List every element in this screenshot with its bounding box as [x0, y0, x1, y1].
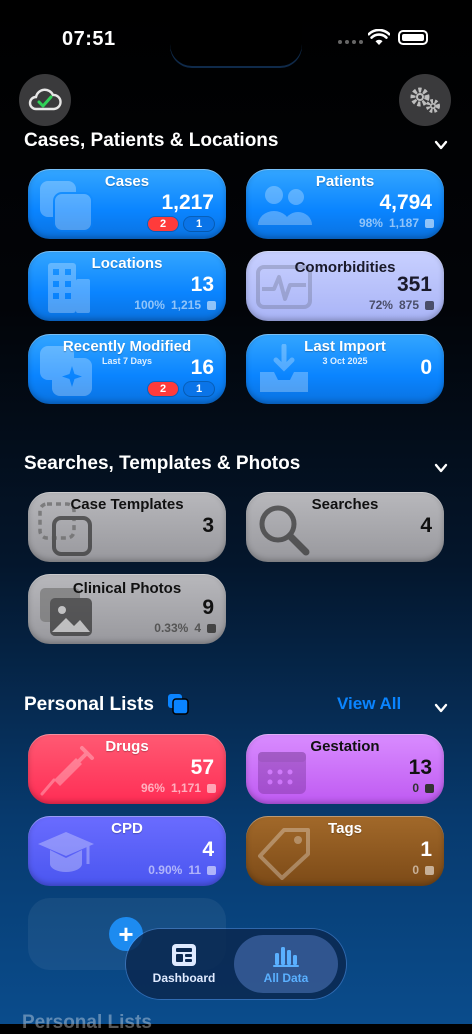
tile-percent: 96%	[140, 781, 165, 795]
copy-icon	[207, 300, 216, 310]
status-time: 07:51	[62, 28, 116, 50]
tile-tags[interactable]: Tags 1 0	[246, 816, 444, 886]
tile-total: 1,171	[170, 781, 201, 795]
copy-icon	[425, 865, 434, 875]
battery-icon	[398, 30, 428, 45]
tile-total: 4	[194, 621, 201, 635]
section-title-personal-lists: Personal Lists	[24, 694, 154, 715]
tile-percent: 0.90%	[148, 863, 183, 877]
tile-clinical-photos[interactable]: Clinical Photos 9 0.33% 4	[28, 574, 226, 644]
view-all-link[interactable]: View All	[337, 694, 401, 714]
copy-icon	[207, 623, 216, 633]
tile-label: Clinical Photos	[72, 580, 182, 597]
tile-label: Patients	[315, 173, 375, 190]
tile-count: 3	[202, 514, 214, 537]
status-bar: 07:51	[0, 0, 472, 66]
tile-count: 13	[190, 273, 214, 296]
tile-label: Case Templates	[70, 496, 184, 513]
tile-locations[interactable]: Locations 13 100% 1,215	[28, 251, 226, 321]
tile-total: 1,215	[170, 298, 201, 312]
tile-count: 351	[396, 273, 432, 296]
tile-cpd[interactable]: CPD 4 0.90% 11	[28, 816, 226, 886]
tile-count: 1	[420, 838, 432, 861]
section-title-faded: Personal Lists	[22, 1012, 152, 1033]
tab-label: All Data	[263, 971, 309, 985]
settings-button[interactable]	[399, 74, 451, 126]
tile-drugs[interactable]: Drugs 57 96% 1,171	[28, 734, 226, 804]
tile-count: 16	[190, 356, 214, 379]
tile-label: Searches	[311, 496, 379, 513]
copy-icon	[207, 783, 216, 793]
tile-total: 1,187	[388, 216, 419, 230]
badge-blue: 1	[184, 382, 214, 396]
tile-percent: 72%	[368, 298, 393, 312]
cloud-check-icon	[28, 88, 62, 111]
tile-label: Gestation	[310, 738, 380, 755]
tile-count: 1,217	[161, 191, 214, 214]
dashboard-icon	[172, 944, 196, 966]
chevron-down-icon[interactable]	[434, 701, 448, 715]
dynamic-island	[170, 0, 302, 66]
chevron-down-icon[interactable]	[434, 461, 448, 475]
tile-gestation[interactable]: Gestation 13 0	[246, 734, 444, 804]
tile-label: Drugs	[105, 738, 149, 755]
tile-recently-modified[interactable]: Recently Modified Last 7 Days 16 2 1	[28, 334, 226, 404]
tile-total: 11	[188, 863, 201, 877]
chevron-down-icon[interactable]	[434, 138, 448, 152]
tile-label: Cases	[104, 173, 150, 190]
tab-dashboard[interactable]: Dashboard	[132, 935, 236, 993]
badge-red: 2	[148, 382, 178, 396]
gears-icon	[410, 87, 440, 113]
copy-icon	[168, 694, 189, 715]
tile-searches[interactable]: Searches 4	[246, 492, 444, 562]
badge-blue: 1	[184, 217, 214, 231]
tile-count: 13	[408, 756, 432, 779]
tile-last-import[interactable]: Last Import 3 Oct 2025 0	[246, 334, 444, 404]
tile-count: 4,794	[379, 191, 432, 214]
tile-label: Locations	[91, 255, 163, 272]
tab-label: Dashboard	[152, 971, 216, 985]
section-title-searches: Searches, Templates & Photos	[24, 453, 301, 474]
tile-percent: 98%	[358, 216, 383, 230]
wifi-icon	[368, 29, 390, 45]
tile-label: CPD	[111, 820, 143, 837]
tile-count: 57	[190, 756, 214, 779]
badge-red: 2	[148, 217, 178, 231]
copy-icon	[425, 300, 434, 310]
cloud-sync-button[interactable]	[19, 74, 71, 126]
tile-percent: 100%	[134, 298, 165, 312]
tile-comorbidities[interactable]: Comorbidities 351 72% 875	[246, 251, 444, 321]
section-title-cases: Cases, Patients & Locations	[24, 130, 279, 151]
tile-count: 4	[202, 838, 214, 861]
tile-label: Recently Modified	[62, 338, 192, 355]
tile-label: Last Import	[304, 338, 386, 355]
tile-count: 9	[202, 596, 214, 619]
tile-total: 0	[412, 781, 419, 795]
tile-percent: 0.33%	[154, 621, 189, 635]
copy-icon	[207, 865, 216, 875]
tab-bar: Dashboard All Data	[126, 929, 346, 999]
signal-icon	[338, 40, 363, 44]
tile-count: 4	[420, 514, 432, 537]
tile-subtitle: 3 Oct 2025	[322, 356, 368, 366]
tile-total: 875	[398, 298, 419, 312]
tab-all-data[interactable]: All Data	[234, 935, 338, 993]
tile-cases[interactable]: Cases 1,217 2 1	[28, 169, 226, 239]
copy-icon	[425, 218, 434, 228]
tile-patients[interactable]: Patients 4,794 98% 1,187	[246, 169, 444, 239]
tile-count: 0	[420, 356, 432, 379]
tile-total: 0	[412, 863, 419, 877]
tile-case-templates[interactable]: Case Templates 3	[28, 492, 226, 562]
tile-label: Tags	[328, 820, 362, 837]
copy-icon	[425, 783, 434, 793]
bar-chart-icon	[273, 947, 299, 967]
